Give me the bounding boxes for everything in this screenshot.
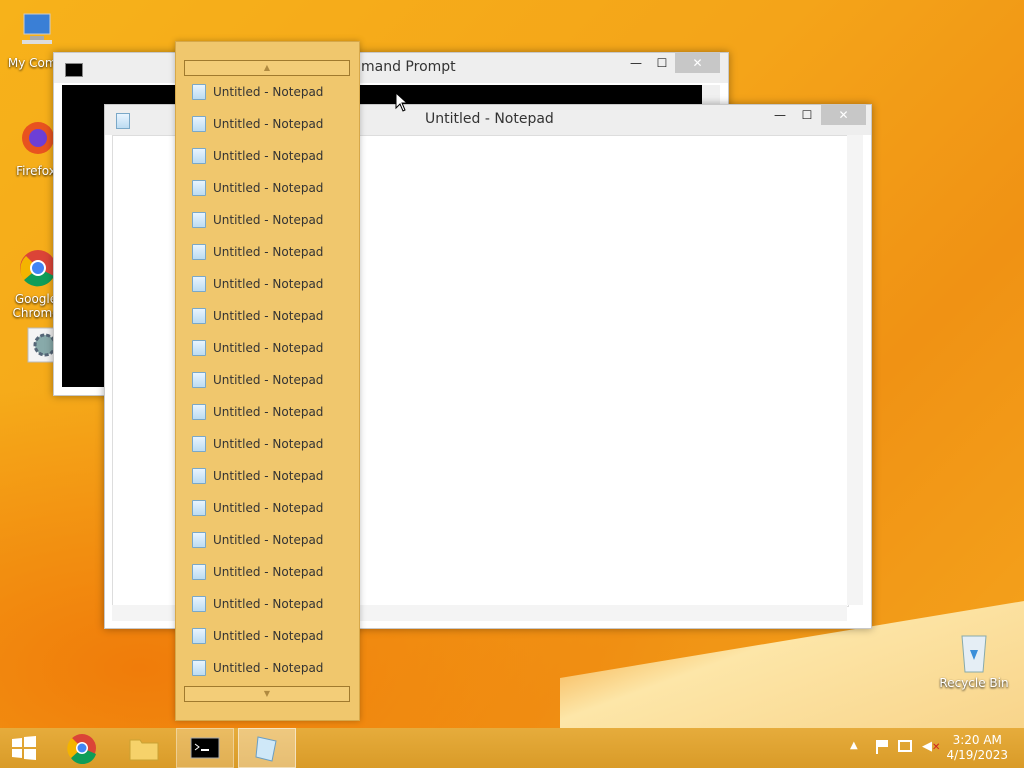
jump-list-item-label: Untitled - Notepad — [213, 373, 324, 387]
notepad-icon — [192, 468, 206, 484]
jump-list-item[interactable]: Untitled - Notepad — [192, 112, 352, 136]
folder-icon — [129, 739, 159, 761]
jump-list-item-label: Untitled - Notepad — [213, 597, 324, 611]
cmd-title: mand Prompt — [361, 59, 456, 75]
cmd-close-button[interactable]: ✕ — [675, 53, 720, 73]
notepad-icon — [192, 532, 206, 548]
gear-icon — [14, 324, 63, 368]
jump-list-scroll-down-button[interactable]: ▼ — [184, 686, 350, 702]
jump-list-item[interactable]: Untitled - Notepad — [192, 560, 352, 584]
jump-list-item[interactable]: Untitled - Notepad — [192, 656, 352, 680]
notepad-maximize-button[interactable]: ☐ — [794, 105, 820, 125]
jump-list-item[interactable]: Untitled - Notepad — [192, 432, 352, 456]
volume-muted-icon[interactable]: ◀✕ — [922, 739, 940, 754]
notepad-icon — [192, 116, 206, 132]
notepad-icon — [192, 372, 206, 388]
notepad-icon — [192, 404, 206, 420]
notepad-close-button[interactable]: ✕ — [821, 105, 866, 125]
jump-list-item-label: Untitled - Notepad — [213, 181, 324, 195]
jump-list-item-label: Untitled - Notepad — [213, 117, 324, 131]
taskbar: ▲ ◀✕ 3:20 AM 4/19/2023 — [0, 728, 1024, 768]
tray-clock[interactable]: 3:20 AM 4/19/2023 — [946, 733, 1008, 763]
jump-list-item-label: Untitled - Notepad — [213, 661, 324, 675]
jump-list-item-label: Untitled - Notepad — [213, 565, 324, 579]
notepad-icon — [255, 736, 277, 762]
jump-list-item-label: Untitled - Notepad — [213, 245, 324, 259]
notepad-icon — [192, 180, 206, 196]
jump-list-item[interactable]: Untitled - Notepad — [192, 464, 352, 488]
tray-show-hidden-icons[interactable]: ▲ — [850, 740, 858, 751]
jump-list-item-label: Untitled - Notepad — [213, 149, 324, 163]
jump-list-item[interactable]: Untitled - Notepad — [192, 496, 352, 520]
notepad-title: Untitled - Notepad — [425, 111, 554, 127]
notepad-icon — [192, 340, 206, 356]
notepad-icon — [116, 113, 130, 129]
chrome-icon — [14, 232, 58, 287]
notepad-icon — [192, 212, 206, 228]
taskbar-command-prompt-button[interactable] — [176, 728, 234, 768]
notepad-icon — [192, 628, 206, 644]
jump-list-item[interactable]: Untitled - Notepad — [192, 304, 352, 328]
jump-list-item-label: Untitled - Notepad — [213, 533, 324, 547]
jump-list-item[interactable]: Untitled - Notepad — [192, 176, 352, 200]
chrome-icon — [67, 734, 96, 764]
jump-list-item-label: Untitled - Notepad — [213, 437, 324, 451]
jump-list-item[interactable]: Untitled - Notepad — [192, 144, 352, 168]
windows-logo-icon — [12, 736, 36, 760]
recycle-bin-icon — [952, 630, 996, 674]
taskbar-jump-list[interactable]: ▲ Untitled - Notepad Untitled - Notepad Un… — [175, 41, 360, 721]
jump-list-item[interactable]: Untitled - Notepad — [192, 336, 352, 360]
network-icon[interactable] — [898, 740, 912, 752]
jump-list-item[interactable]: Untitled - Notepad — [192, 80, 352, 104]
taskbar-file-explorer-button[interactable] — [116, 728, 172, 768]
notepad-minimize-button[interactable]: — — [767, 105, 793, 125]
desktop-icon-label: Firefox — [16, 164, 56, 178]
command-prompt-icon — [190, 737, 220, 759]
notepad-icon — [192, 596, 206, 612]
notepad-icon — [192, 84, 206, 100]
mouse-cursor-icon — [395, 92, 409, 112]
cmd-icon — [65, 63, 83, 77]
notepad-icon — [192, 308, 206, 324]
notepad-icon — [192, 276, 206, 292]
notepad-icon — [192, 436, 206, 452]
tray-date: 4/19/2023 — [946, 748, 1008, 762]
action-center-flag-icon[interactable] — [876, 740, 892, 754]
taskbar-notepad-button[interactable] — [238, 728, 296, 768]
tray-time: 3:20 AM — [952, 733, 1002, 747]
jump-list-item-label: Untitled - Notepad — [213, 501, 324, 515]
jump-list-item[interactable]: Untitled - Notepad — [192, 624, 352, 648]
jump-list-item[interactable]: Untitled - Notepad — [192, 240, 352, 264]
jump-list-item-label: Untitled - Notepad — [213, 469, 324, 483]
jump-list-item-label: Untitled - Notepad — [213, 629, 324, 643]
notepad-icon — [192, 660, 206, 676]
notepad-vertical-scrollbar[interactable] — [847, 135, 863, 605]
jump-list-item-label: Untitled - Notepad — [213, 85, 324, 99]
jump-list-scroll-up-button[interactable]: ▲ — [184, 60, 350, 76]
jump-list-item[interactable]: Untitled - Notepad — [192, 592, 352, 616]
jump-list-item[interactable]: Untitled - Notepad — [192, 208, 352, 232]
jump-list-item-label: Untitled - Notepad — [213, 341, 324, 355]
notepad-icon — [192, 244, 206, 260]
jump-list-item-label: Untitled - Notepad — [213, 405, 324, 419]
desktop-icon-recycle-bin[interactable]: Recycle Bin — [938, 630, 1010, 690]
notepad-icon — [192, 148, 206, 164]
jump-list-item-label: Untitled - Notepad — [213, 309, 324, 323]
jump-list-item-label: Untitled - Notepad — [213, 213, 324, 227]
notepad-icon — [192, 500, 206, 516]
cmd-titlebar[interactable]: mand Prompt — ☐ ✕ — [54, 53, 728, 83]
jump-list-item[interactable]: Untitled - Notepad — [192, 272, 352, 296]
jump-list-item-label: Untitled - Notepad — [213, 277, 324, 291]
cmd-maximize-button[interactable]: ☐ — [649, 53, 675, 73]
taskbar-chrome-button[interactable] — [54, 728, 110, 768]
start-button[interactable] — [0, 728, 48, 768]
desktop-icon-label: Recycle Bin — [939, 676, 1009, 690]
notepad-icon — [192, 564, 206, 580]
computer-icon — [14, 10, 58, 54]
cmd-minimize-button[interactable]: — — [623, 53, 649, 73]
jump-list-item[interactable]: Untitled - Notepad — [192, 400, 352, 424]
firefox-icon — [14, 118, 58, 162]
jump-list-item[interactable]: Untitled - Notepad — [192, 528, 352, 552]
jump-list-item[interactable]: Untitled - Notepad — [192, 368, 352, 392]
